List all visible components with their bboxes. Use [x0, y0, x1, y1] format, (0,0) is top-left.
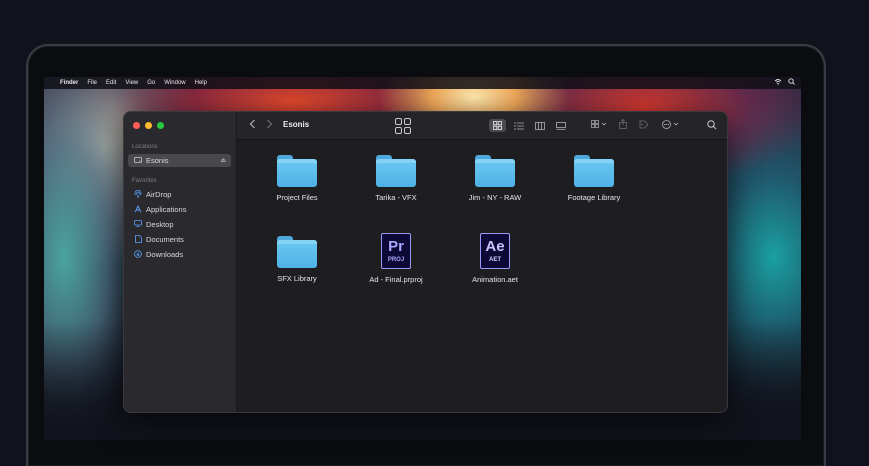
minimize-button[interactable] — [145, 122, 152, 129]
eject-icon[interactable]: ⏏ — [220, 157, 226, 164]
file-grid: Project Files Tarika - VFX Jim - NY - RA… — [237, 140, 727, 412]
search-icon[interactable] — [707, 120, 717, 132]
icon-grid-icon[interactable] — [395, 118, 411, 134]
folder-item[interactable]: Project Files — [248, 155, 346, 202]
applications-icon — [132, 205, 144, 215]
file-label: SFX Library — [277, 274, 317, 283]
aftereffects-badge: Ae — [485, 238, 505, 255]
sidebar-item-esonis[interactable]: Esonis ⏏ — [128, 154, 231, 167]
folder-icon — [475, 155, 515, 187]
menu-help[interactable]: Help — [195, 80, 207, 86]
window-controls — [133, 122, 164, 129]
icon-view-button[interactable] — [489, 119, 506, 132]
sidebar-item-label: AirDrop — [146, 190, 172, 199]
close-button[interactable] — [133, 122, 140, 129]
list-view-button[interactable] — [510, 119, 527, 132]
folder-item[interactable]: Tarika - VFX — [347, 155, 445, 202]
forward-icon[interactable] — [266, 119, 273, 131]
file-label: Project Files — [276, 193, 318, 202]
sidebar-item-airdrop[interactable]: AirDrop — [128, 188, 231, 201]
folder-icon — [277, 155, 317, 187]
zoom-button[interactable] — [157, 122, 164, 129]
sidebar-item-downloads[interactable]: Downloads — [128, 248, 231, 261]
wifi-icon[interactable] — [774, 78, 782, 87]
desktop-icon — [132, 220, 144, 229]
more-actions-icon[interactable] — [662, 120, 680, 131]
sidebar-item-documents[interactable]: Documents — [128, 233, 231, 246]
toolbar: Esonis — [237, 112, 727, 140]
back-icon[interactable] — [249, 119, 256, 131]
sidebar-section-favorites: Favorites — [132, 178, 157, 184]
file-label: Animation.aet — [472, 275, 518, 284]
aftereffects-file-item[interactable]: Ae AET Animation.aet — [446, 233, 544, 284]
folder-icon — [277, 236, 317, 268]
menu-view[interactable]: View — [125, 80, 138, 86]
file-label: Tarika - VFX — [375, 193, 417, 202]
downloads-icon — [132, 249, 144, 260]
file-label: Ad - Final.prproj — [369, 275, 423, 284]
window-title: Esonis — [283, 120, 310, 129]
menu-bar: Finder File Edit View Go Window Help — [44, 77, 801, 89]
sidebar-item-label: Documents — [146, 235, 184, 244]
share-icon[interactable] — [619, 118, 627, 131]
folder-item[interactable]: SFX Library — [248, 236, 346, 283]
folder-icon — [376, 155, 416, 187]
sidebar-item-label: Esonis — [146, 156, 169, 165]
documents-icon — [132, 234, 144, 245]
tag-icon[interactable] — [639, 120, 649, 131]
menu-go[interactable]: Go — [147, 80, 155, 86]
menu-window[interactable]: Window — [164, 80, 185, 86]
file-label: Footage Library — [567, 193, 621, 202]
aftereffects-sub: AET — [489, 257, 501, 263]
drive-icon — [132, 156, 144, 165]
premiere-file-item[interactable]: Pr PROJ Ad - Final.prproj — [347, 233, 445, 284]
premiere-sub: PROJ — [387, 257, 405, 263]
gallery-view-button[interactable] — [552, 119, 569, 132]
aftereffects-file-icon: Ae AET — [480, 233, 510, 269]
finder-window: Locations Esonis ⏏ Favorites AirDrop App… — [123, 111, 728, 413]
sidebar: Locations Esonis ⏏ Favorites AirDrop App… — [124, 112, 237, 412]
sidebar-item-desktop[interactable]: Desktop — [128, 218, 231, 231]
airdrop-icon — [132, 189, 144, 200]
view-mode-group — [489, 119, 569, 132]
sidebar-item-label: Desktop — [146, 220, 174, 229]
premiere-badge: Pr — [388, 238, 404, 255]
spotlight-icon[interactable] — [788, 78, 795, 87]
column-view-button[interactable] — [531, 119, 548, 132]
sidebar-item-label: Downloads — [146, 250, 184, 259]
folder-icon — [574, 155, 614, 187]
folder-item[interactable]: Footage Library — [545, 155, 643, 202]
menu-file[interactable]: File — [87, 80, 97, 86]
premiere-file-icon: Pr PROJ — [381, 233, 411, 269]
group-by-icon[interactable] — [591, 120, 607, 131]
folder-item[interactable]: Jim - NY - RAW — [446, 155, 544, 202]
file-label: Jim - NY - RAW — [468, 193, 522, 202]
sidebar-item-label: Applications — [146, 205, 187, 214]
menu-edit[interactable]: Edit — [106, 80, 116, 86]
sidebar-section-locations: Locations — [132, 144, 158, 150]
sidebar-item-applications[interactable]: Applications — [128, 203, 231, 216]
menu-finder[interactable]: Finder — [60, 80, 78, 86]
